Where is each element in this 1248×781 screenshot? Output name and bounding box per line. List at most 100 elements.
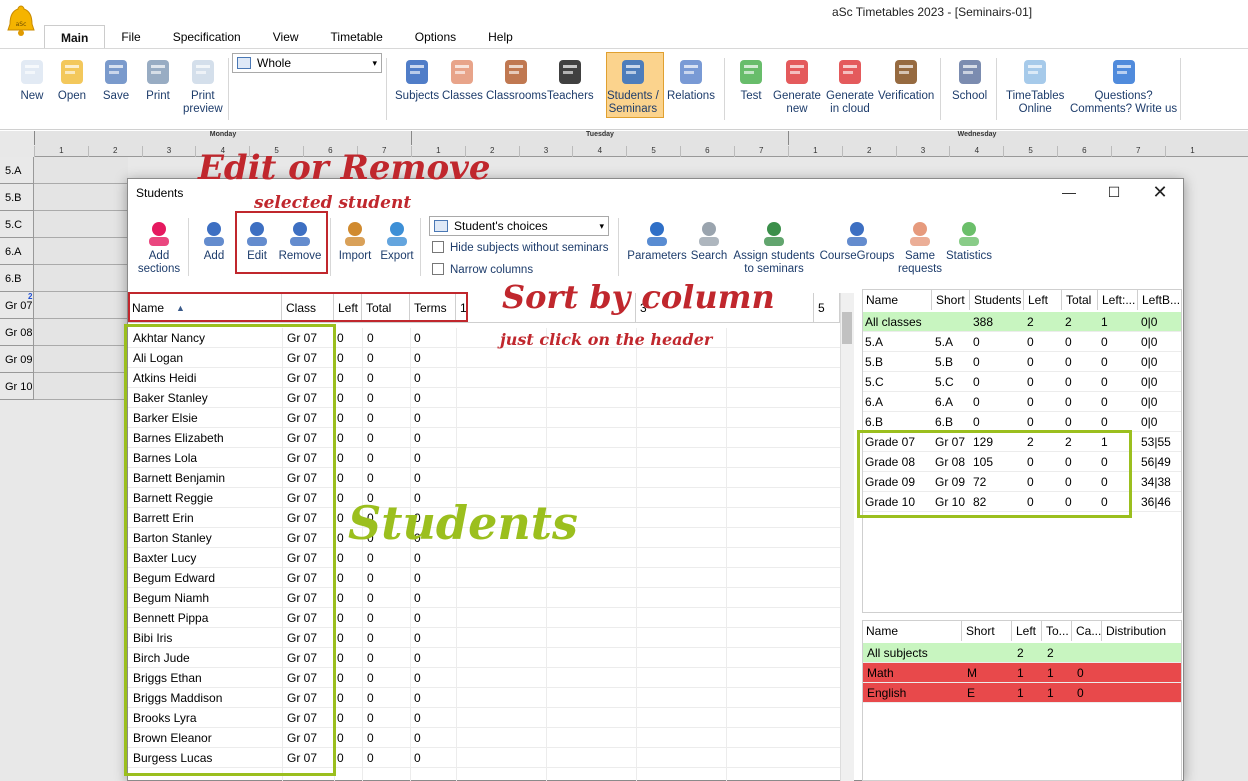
classes-header-4[interactable]: Total: [1062, 290, 1098, 310]
narrow-columns-checkbox[interactable]: Narrow columns: [432, 263, 533, 276]
student-row[interactable]: Atkins Heidi Gr 07 0 0 0: [128, 368, 840, 388]
grid-row-label[interactable]: Gr 10: [0, 373, 34, 400]
minimize-button[interactable]: —: [1054, 180, 1084, 204]
column-header-total[interactable]: Total: [362, 293, 410, 323]
class-row[interactable]: Grade 10 Gr 10 82 0 0 0 36|46: [863, 492, 1181, 512]
student-row[interactable]: Birch Jude Gr 07 0 0 0: [128, 648, 840, 668]
grid-row-cell[interactable]: [34, 292, 128, 319]
column-header-terms[interactable]: Terms: [410, 293, 456, 323]
subjects-header-4[interactable]: Ca...: [1072, 621, 1102, 641]
student-row[interactable]: Brooks Lyra Gr 07 0 0 0: [128, 708, 840, 728]
timetables-online-button[interactable]: TimeTables Online: [1006, 56, 1064, 116]
questions-button[interactable]: Questions? Comments? Write us: [1070, 56, 1177, 116]
column-header-5[interactable]: 5: [814, 293, 840, 323]
student-row[interactable]: Bibi Iris Gr 07 0 0 0: [128, 628, 840, 648]
student-row[interactable]: Akhtar Nancy Gr 07 0 0 0: [128, 328, 840, 348]
tab-view[interactable]: View: [257, 25, 315, 49]
class-row[interactable]: 6.A 6.A 0 0 0 0 0|0: [863, 392, 1181, 412]
subjects-header-2[interactable]: Left: [1012, 621, 1042, 641]
classrooms-button[interactable]: Classrooms: [486, 56, 547, 103]
grid-row-label[interactable]: 6.B: [0, 265, 34, 292]
new-button[interactable]: New: [16, 56, 48, 103]
class-row[interactable]: 5.A 5.A 0 0 0 0 0|0: [863, 332, 1181, 352]
student-row[interactable]: Burgess Lucas Gr 07 0 0 0: [128, 748, 840, 768]
class-row[interactable]: 6.B 6.B 0 0 0 0 0|0: [863, 412, 1181, 432]
grid-row-cell[interactable]: [34, 373, 128, 400]
class-row[interactable]: Grade 07 Gr 07 129 2 2 1 53|55: [863, 432, 1181, 452]
class-row[interactable]: 5.B 5.B 0 0 0 0 0|0: [863, 352, 1181, 372]
school-button[interactable]: School: [952, 56, 987, 103]
search-button[interactable]: Search: [690, 218, 728, 263]
open-button[interactable]: Open: [56, 56, 88, 103]
student-row[interactable]: Briggs Ethan Gr 07 0 0 0: [128, 668, 840, 688]
maximize-button[interactable]: ☐: [1099, 180, 1129, 204]
subject-row[interactable]: Math M 1 1 0: [863, 663, 1181, 683]
relations-button[interactable]: Relations: [667, 56, 715, 103]
student-row[interactable]: Ali Logan Gr 07 0 0 0: [128, 348, 840, 368]
verification-button[interactable]: Verification: [878, 56, 934, 103]
subjects-button[interactable]: Subjects: [395, 56, 439, 103]
tab-specification[interactable]: Specification: [157, 25, 257, 49]
class-row[interactable]: Grade 08 Gr 08 105 0 0 0 56|49: [863, 452, 1181, 472]
grid-row-cell[interactable]: [34, 157, 128, 184]
student-row[interactable]: Bennett Pippa Gr 07 0 0 0: [128, 608, 840, 628]
print-preview-button[interactable]: Print preview: [183, 56, 223, 116]
students-scrollbar[interactable]: [840, 293, 854, 781]
column-header-name[interactable]: Name: [128, 293, 282, 323]
tab-main[interactable]: Main: [44, 25, 106, 49]
remove-button[interactable]: Remove: [278, 218, 322, 263]
class-row[interactable]: 5.C 5.C 0 0 0 0 0|0: [863, 372, 1181, 392]
classes-header-2[interactable]: Students: [970, 290, 1024, 310]
view-select[interactable]: Whole ▾: [232, 53, 382, 73]
grid-row-cell[interactable]: [34, 346, 128, 373]
coursegroups-button[interactable]: CourseGroups: [818, 218, 896, 263]
checkbox-icon[interactable]: [432, 263, 444, 275]
tab-timetable[interactable]: Timetable: [315, 25, 399, 49]
column-header-left[interactable]: Left: [334, 293, 362, 323]
assign-students-button[interactable]: Assign students to seminars: [732, 218, 816, 276]
subjects-header-1[interactable]: Short: [962, 621, 1012, 641]
classes-header-5[interactable]: Left:...: [1098, 290, 1138, 310]
classes-header-0[interactable]: Name: [862, 290, 932, 310]
grid-row-label[interactable]: Gr 08: [0, 319, 34, 346]
grid-row-label[interactable]: 5.B: [0, 184, 34, 211]
import-button[interactable]: Import: [336, 218, 374, 263]
column-header-class[interactable]: Class: [282, 293, 334, 323]
student-row[interactable]: Baxter Lucy Gr 07 0 0 0: [128, 548, 840, 568]
classes-header-3[interactable]: Left: [1024, 290, 1062, 310]
tab-file[interactable]: File: [105, 25, 156, 49]
test-button[interactable]: Test: [735, 56, 767, 103]
student-row[interactable]: Begum Edward Gr 07 0 0 0: [128, 568, 840, 588]
student-row[interactable]: Briggs Maddison Gr 07 0 0 0: [128, 688, 840, 708]
student-row[interactable]: Barker Elsie Gr 07 0 0 0: [128, 408, 840, 428]
subject-row[interactable]: English E 1 1 0: [863, 683, 1181, 703]
grid-row-cell[interactable]: [34, 265, 128, 292]
checkbox-icon[interactable]: [432, 241, 444, 253]
student-row[interactable]: Barnett Benjamin Gr 07 0 0 0: [128, 468, 840, 488]
grid-row-label[interactable]: 5.C: [0, 211, 34, 238]
add-button[interactable]: Add: [196, 218, 232, 263]
tab-options[interactable]: Options: [399, 25, 472, 49]
close-button[interactable]: ✕: [1145, 180, 1175, 204]
scrollbar-thumb[interactable]: [842, 312, 852, 344]
grid-row-label[interactable]: Gr 09: [0, 346, 34, 373]
classes-button[interactable]: Classes: [442, 56, 483, 103]
hide-subjects-checkbox[interactable]: Hide subjects without seminars: [432, 241, 609, 254]
print-button[interactable]: Print: [142, 56, 174, 103]
add-sections-button[interactable]: Add sections: [137, 218, 181, 276]
student-row[interactable]: Baker Stanley Gr 07 0 0 0: [128, 388, 840, 408]
student-row[interactable]: Barnes Lola Gr 07 0 0 0: [128, 448, 840, 468]
grid-row-cell[interactable]: [34, 319, 128, 346]
grid-row-cell[interactable]: [34, 238, 128, 265]
generate-new-button[interactable]: Generate new: [773, 56, 821, 116]
class-row[interactable]: Grade 09 Gr 09 72 0 0 0 34|38: [863, 472, 1181, 492]
class-row[interactable]: All classes 388 2 2 1 0|0: [863, 312, 1181, 332]
same-requests-button[interactable]: Same requests: [896, 218, 944, 276]
generate-in-cloud-button[interactable]: Generate in cloud: [826, 56, 874, 116]
grid-row-label[interactable]: 5.A: [0, 157, 34, 184]
subjects-header-5[interactable]: Distribution: [1102, 621, 1182, 641]
students-seminars-button[interactable]: Students / Seminars: [607, 56, 659, 116]
edit-button[interactable]: Edit: [240, 218, 274, 263]
statistics-button[interactable]: Statistics: [946, 218, 992, 263]
classes-header-6[interactable]: LeftB...: [1138, 290, 1182, 310]
